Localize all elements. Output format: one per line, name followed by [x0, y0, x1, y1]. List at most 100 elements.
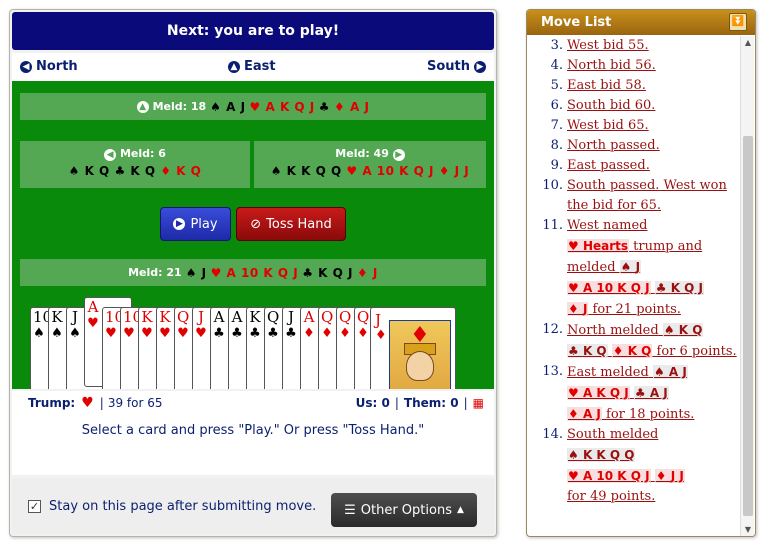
meld-north-spades: ♠ K Q — [68, 164, 110, 178]
footer: ✓ Stay on this page after submitting mov… — [12, 478, 494, 534]
meld-east-diamonds: ♦ A J — [334, 99, 370, 114]
card-rank: Q — [177, 308, 190, 326]
card-chip: ♦ A J — [567, 407, 602, 421]
toss-hand-label: Toss Hand — [266, 216, 332, 232]
meld-north: ◀ Meld: 6 ♠ K Q ♣ K Q ♦ K Q — [20, 141, 250, 188]
arrow-left-icon: ◀ — [104, 149, 117, 161]
scroll-down-icon[interactable]: ▼ — [741, 525, 755, 534]
card-chip: ♣ A J — [633, 386, 669, 400]
meld-you-diamonds: ♦ J — [356, 265, 378, 280]
move-item[interactable]: 5. East bid 58. — [527, 76, 739, 96]
caret-up-icon: ▲ — [456, 505, 464, 515]
nav-south[interactable]: South ▶ — [427, 59, 486, 74]
score-us: Us: 0 — [355, 396, 390, 410]
meld-south: Meld: 49 ▶ ♠ K K Q Q ♥ A 10 K Q J ♦ J J — [254, 141, 486, 188]
clubs-icon: ♣ — [318, 99, 331, 114]
move-list-scrollbar[interactable]: ▲ ▼ — [740, 36, 754, 536]
arrow-up-icon: ▲ — [136, 100, 149, 113]
nav-north[interactable]: ◀ North — [20, 59, 78, 74]
trump-label: Trump: — [28, 396, 76, 410]
move-item[interactable]: 14. South melded ♠ K K Q Q ♥ A 10 K Q J … — [527, 425, 739, 507]
card-rank: K — [141, 308, 153, 326]
arrow-up-icon: ▲ — [228, 60, 240, 73]
divider: | — [99, 396, 104, 410]
card-rank: 10 — [33, 308, 53, 326]
card-chip: ♥ A 10 K Q J — [567, 281, 651, 295]
card-rank: Q — [321, 308, 334, 326]
hand-card-face[interactable]: J ♦ ♦ — [370, 307, 456, 389]
card-suit: ♥ — [177, 326, 189, 341]
divider: | — [394, 396, 399, 410]
meld-east-label: Meld: 18 — [152, 100, 207, 113]
direction-bar: ◀ North ▲ East South ▶ — [12, 53, 494, 81]
card-chip: ♦ J — [567, 302, 589, 316]
meld-you-clubs: ♣ K Q J — [302, 265, 353, 280]
card-rank: J — [71, 308, 78, 326]
play-button-label: Play — [190, 216, 218, 232]
turn-text: Next: you are to play! — [166, 23, 340, 39]
meld-east-hearts: ♥ A K Q J — [249, 99, 315, 114]
nav-east[interactable]: ▲ East — [228, 59, 276, 74]
play-icon: ▶ — [173, 218, 186, 230]
move-item[interactable]: 6. South bid 60. — [527, 96, 739, 116]
jack-face-icon: ♦ — [389, 320, 451, 389]
instructions: Select a card and press "Play." Or press… — [12, 415, 494, 475]
menu-icon: ☰ — [344, 502, 356, 518]
move-list-header: Move List ⏬ — [527, 10, 755, 35]
card-chip: ♣ K Q J — [654, 281, 705, 295]
scroll-up-icon[interactable]: ▲ — [741, 38, 755, 47]
meld-you-spades: ♠ J — [185, 265, 207, 280]
other-options-button[interactable]: ☰ Other Options ▲ — [331, 493, 477, 527]
scoresheet-icon[interactable]: ▦ — [473, 396, 484, 410]
meld-south-spades: ♠ K K Q Q — [270, 164, 342, 178]
game-panel: Next: you are to play! ◀ North ▲ East So… — [9, 9, 497, 537]
nav-north-label: North — [36, 59, 78, 74]
card-suit: ♦ — [321, 326, 333, 341]
play-button[interactable]: ▶ Play — [160, 207, 231, 241]
card-rank: J — [197, 308, 204, 326]
card-rank: A — [213, 308, 225, 326]
turn-header: Next: you are to play! — [12, 12, 494, 50]
stay-checkbox[interactable]: ✓ — [28, 499, 41, 513]
card-chip: ♠ J — [619, 260, 642, 274]
collapse-icon[interactable]: ⏬ — [729, 13, 747, 31]
card-suit: ♠ — [51, 326, 63, 341]
arrow-right-icon: ▶ — [392, 149, 405, 161]
face-icon — [406, 351, 434, 381]
card-rank: K — [249, 308, 261, 326]
card-chip: ♠ K Q — [662, 323, 704, 337]
card-chip: ♦ J J — [654, 469, 685, 483]
move-list-body: 3. West bid 55. 4. North bid 56. 5. East bi… — [527, 36, 739, 536]
meld-north-diamonds: ♦ K Q — [160, 164, 202, 178]
player-hand: 10 ♠ K ♠ J ♠ A ♥ 10 ♥ 10 ♥ K ♥ K ♥ Q ♥ J ♥ A ♣ A ♣ K ♣ Q ♣ J ♣ A ♦ Q ♦ Q ♦ Q… — [12, 293, 494, 389]
move-item[interactable]: 13. East melded ♠ A J ♥ A K Q J ♣ A J ♦ … — [527, 362, 739, 425]
move-item[interactable]: 4. North bid 56. — [527, 56, 739, 76]
card-suit: ♣ — [267, 326, 279, 341]
arrow-right-icon: ▶ — [474, 60, 486, 73]
card-suit: ♣ — [249, 326, 261, 341]
meld-you-label: Meld: 21 — [128, 266, 182, 279]
status-bar: Trump: ♥ | 39 for 65 Us: 0 | Them: 0 | ▦ — [12, 391, 494, 415]
move-item[interactable]: 8. North passed. — [527, 136, 739, 156]
card-rank: Q — [357, 308, 370, 326]
move-item[interactable]: 9. East passed. — [527, 156, 739, 176]
card-rank: J — [287, 308, 294, 326]
card-chip: ♥ A 10 K Q J — [567, 469, 651, 483]
meld-south-hearts: ♥ A 10 K Q J — [346, 164, 435, 178]
meld-north-clubs: ♣ K Q — [114, 164, 156, 178]
card-suit: ♥ — [141, 326, 153, 341]
card-rank: A — [231, 308, 243, 326]
move-item[interactable]: 11. West named ♥ Hearts trump and melded… — [527, 216, 739, 320]
toss-hand-button[interactable]: ⊘ Toss Hand — [236, 207, 346, 241]
move-item[interactable]: 10. South passed. West won the bid for 65… — [527, 176, 739, 216]
move-item[interactable]: 12. North melded ♠ K Q ♣ K Q ♦ K Q for 6… — [527, 320, 739, 362]
meld-south-diamonds: ♦ J J — [438, 164, 470, 178]
move-item[interactable]: 7. West bid 65. — [527, 116, 739, 136]
scroll-thumb[interactable] — [743, 136, 753, 516]
nav-south-label: South — [426, 59, 470, 74]
move-list-title: Move List — [541, 15, 612, 30]
card-suit: ♥ — [105, 326, 117, 341]
move-item[interactable]: 3. West bid 55. — [527, 36, 739, 56]
card-suit: ♥ — [195, 326, 207, 341]
bid-status: 39 for 65 — [107, 396, 163, 410]
